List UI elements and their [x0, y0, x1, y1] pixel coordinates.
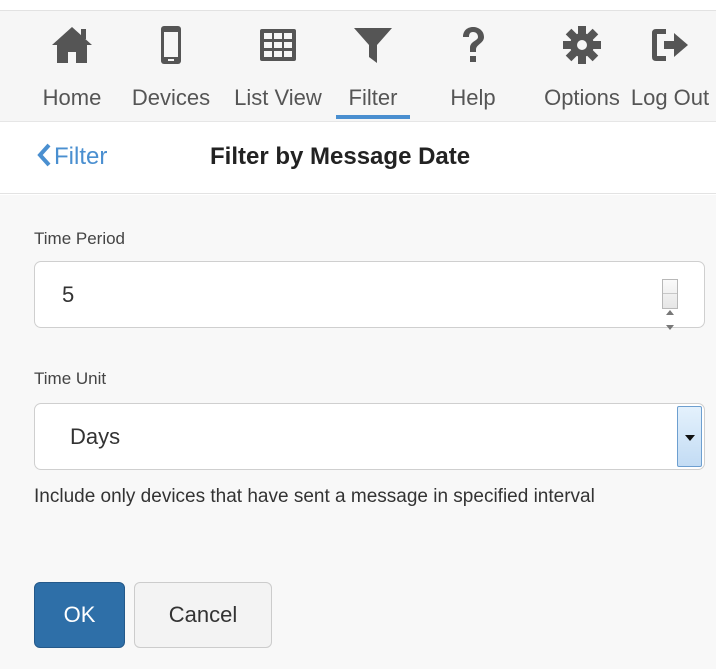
nav-filter-label: Filter [348, 85, 398, 110]
table-icon [256, 23, 300, 67]
nav-log-out[interactable]: Log Out [626, 11, 714, 123]
gear-icon [560, 23, 604, 67]
dropdown-button[interactable] [677, 406, 702, 467]
logout-icon [648, 23, 692, 67]
time-period-input[interactable]: 5 [34, 261, 705, 330]
question-icon [451, 23, 495, 67]
home-icon [50, 23, 94, 67]
nav-devices[interactable]: Devices [124, 11, 218, 123]
time-period-value: 5 [62, 282, 75, 307]
active-tab-indicator [336, 115, 410, 119]
nav-list-view[interactable]: List View [226, 11, 330, 123]
nav-log-out-label: Log Out [630, 85, 710, 110]
number-spinner[interactable] [662, 279, 678, 330]
chevron-left-icon [36, 143, 52, 174]
page-title: Filter by Message Date [210, 143, 471, 170]
nav-devices-label: Devices [131, 85, 211, 110]
time-period-label: Time Period [34, 229, 126, 248]
filter-icon [351, 23, 395, 67]
nav-home[interactable]: Home [32, 11, 112, 123]
page-header: Filter Filter by Message Date [0, 122, 716, 194]
spin-up-icon[interactable] [663, 280, 677, 315]
time-unit-select[interactable]: Days [34, 403, 705, 470]
filter-form: Time Period 5 Time Unit Days Include onl… [0, 195, 716, 669]
nav-help-label: Help [450, 85, 496, 110]
nav-home-label: Home [42, 85, 102, 110]
cancel-button[interactable]: Cancel [134, 582, 272, 648]
nav-options-label: Options [544, 85, 620, 110]
nav-options[interactable]: Options [536, 11, 628, 123]
chevron-down-icon [685, 435, 695, 441]
spin-down-icon[interactable] [663, 294, 677, 330]
back-button[interactable]: Filter [36, 143, 107, 174]
helper-text: Include only devices that have sent a me… [34, 486, 595, 507]
back-button-label: Filter [54, 143, 108, 170]
ok-button[interactable]: OK [34, 582, 125, 648]
nav-list-view-label: List View [234, 85, 322, 110]
nav-help[interactable]: Help [436, 11, 510, 123]
top-toolbar: Home Devices List View Filter Help Optio… [0, 10, 716, 122]
nav-filter[interactable]: Filter [334, 11, 412, 123]
mobile-icon [149, 23, 193, 67]
time-unit-label: Time Unit [34, 369, 107, 388]
time-unit-value: Days [70, 424, 121, 449]
